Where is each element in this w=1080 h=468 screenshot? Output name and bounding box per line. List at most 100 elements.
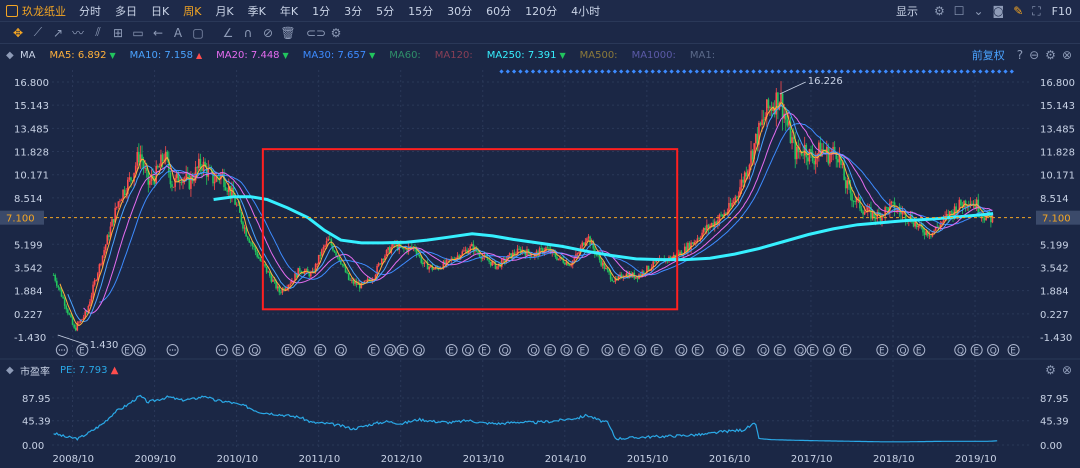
ma-dot-marker (978, 69, 983, 74)
pe-indicator-label[interactable]: 市盈率 (20, 363, 50, 378)
restore-price-button[interactable]: 前复权 (972, 47, 1005, 63)
period-tab[interactable]: 30分 (440, 3, 479, 19)
checkbox-icon[interactable]: ☐ (954, 4, 965, 18)
candle-body (914, 222, 916, 227)
ma-legend-item[interactable]: MA5: 6.892 ▼ (49, 50, 115, 61)
ma-legend-item[interactable]: MA60: (389, 50, 421, 61)
stock-name[interactable]: 玖龙纸业 (18, 3, 72, 19)
minus-icon[interactable]: ⊖ (1029, 48, 1039, 62)
period-tab[interactable]: 周K (176, 3, 208, 19)
period-tab[interactable]: 月K (208, 3, 240, 19)
rectangle-icon[interactable]: ▭ (128, 26, 148, 40)
ma-dot-marker (732, 69, 737, 74)
y-tick-label-left: 3.542 (14, 263, 43, 274)
ma-dot-marker (921, 69, 926, 74)
link-icon[interactable]: ⊂⊃ (306, 26, 326, 40)
x-tick-label: 2008/10 (53, 454, 95, 465)
candle-body (210, 168, 213, 171)
period-tab[interactable]: 季K (241, 3, 273, 19)
ma-settings-icon[interactable]: ⚙ (1045, 48, 1056, 62)
f10-button[interactable]: F10 (1050, 5, 1074, 18)
candle-body (95, 279, 98, 281)
fullscreen-icon[interactable]: ⛶ (1032, 4, 1040, 19)
candle-body (770, 107, 773, 112)
ma-legend-item[interactable]: MA1000: (632, 50, 676, 61)
candle-body (521, 249, 524, 254)
period-tab[interactable]: 3分 (337, 3, 369, 19)
price-chart: 7.100 7.10016.2261.430E E Q E Q E Q E Q E Q E Q E Q E Q Q E… (0, 76, 1080, 357)
period-tab[interactable]: 日K (144, 3, 176, 19)
candle-body (611, 279, 613, 282)
candle-body (453, 259, 456, 261)
ma-legend-item[interactable]: MA120: (435, 50, 473, 61)
chevron-down-icon[interactable]: ⌄ (973, 4, 983, 18)
tool-settings-icon[interactable]: ⚙ (326, 26, 346, 40)
ma-legend-item[interactable]: MA30: 7.657 ▼ (303, 50, 376, 61)
settings-gear-icon[interactable]: ⚙ (934, 4, 945, 18)
text-icon[interactable]: A (168, 26, 188, 40)
ma-legend-item[interactable]: MA10: 7.158 ▲ (130, 50, 203, 61)
line-draw-icon[interactable]: ⟋ (28, 25, 48, 40)
ma5-line (59, 101, 993, 327)
candle-body (702, 227, 705, 233)
candle-body (624, 276, 626, 278)
trash-icon[interactable]: 🗑 (278, 26, 298, 40)
candle-body (185, 173, 187, 179)
candle-body (743, 172, 746, 183)
candle-body (286, 288, 288, 289)
channel-draw-icon[interactable]: ⫽ (88, 25, 108, 40)
period-tab[interactable]: 5分 (369, 3, 401, 19)
candle-body (535, 251, 538, 254)
ma-dot-marker (997, 69, 1002, 74)
candle-body (450, 258, 453, 260)
ma-legend-item[interactable]: MA1: (690, 50, 715, 61)
comment-icon[interactable]: ▢ (188, 26, 208, 40)
period-tab[interactable]: 4小时 (564, 3, 607, 19)
candle-body (204, 161, 206, 167)
fibonacci-icon[interactable]: ⊞ (108, 26, 128, 40)
ma-dot-marker (971, 69, 977, 74)
candle-body (138, 152, 140, 163)
crosshair-move-icon[interactable]: ✥ (8, 26, 28, 40)
period-tab[interactable]: 多日 (108, 3, 144, 19)
period-tab[interactable]: 分时 (72, 3, 108, 19)
candle-body (556, 256, 558, 260)
period-tab[interactable]: 1分 (305, 3, 337, 19)
ma-legend-item[interactable]: MA250: 7.391 ▼ (487, 50, 566, 61)
magnet-icon[interactable]: ∩ (238, 26, 258, 40)
angle-icon[interactable]: ∠ (218, 26, 238, 40)
pe-settings-icon[interactable]: ⚙ (1045, 363, 1056, 377)
event-marker-letter: Q (136, 347, 143, 357)
ray-draw-icon[interactable]: ↗ (48, 26, 68, 40)
ma-indicator-label[interactable]: MA (20, 50, 35, 61)
hide-icon[interactable]: ⊘ (258, 26, 278, 40)
ma-dot-marker (675, 69, 681, 74)
period-tab[interactable]: 60分 (479, 3, 518, 19)
arrow-left-icon[interactable]: ← (148, 26, 168, 40)
camera-icon[interactable]: ◙ (993, 4, 1005, 18)
candle-body (78, 322, 80, 324)
candle-body (483, 255, 486, 257)
event-marker-letter: Q (387, 347, 394, 357)
ma-legend-item[interactable]: MA500: (580, 50, 618, 61)
candle-body (131, 180, 134, 182)
candle-body (947, 214, 950, 219)
event-marker-letter: E (916, 347, 922, 357)
close-icon[interactable]: ⊗ (1062, 48, 1072, 62)
candle-body (750, 150, 752, 165)
display-menu-button[interactable]: 显示 (889, 3, 925, 19)
ma-dot-marker (587, 69, 592, 74)
candle-body (699, 238, 702, 239)
pencil-icon[interactable]: ✎ (1013, 4, 1023, 18)
period-tab[interactable]: 年K (273, 3, 305, 19)
pe-close-icon[interactable]: ⊗ (1062, 363, 1072, 377)
ma-dot-marker (782, 69, 788, 74)
period-tab[interactable]: 120分 (518, 3, 564, 19)
wave-draw-icon[interactable]: 〰 (68, 24, 88, 41)
ma-legend-item[interactable]: MA20: 7.448 ▼ (216, 50, 289, 61)
period-tab[interactable]: 15分 (401, 3, 440, 19)
help-icon[interactable]: ? (1017, 48, 1023, 62)
candle-body (141, 154, 143, 162)
candle-body (945, 214, 948, 217)
candle-body (758, 122, 760, 145)
